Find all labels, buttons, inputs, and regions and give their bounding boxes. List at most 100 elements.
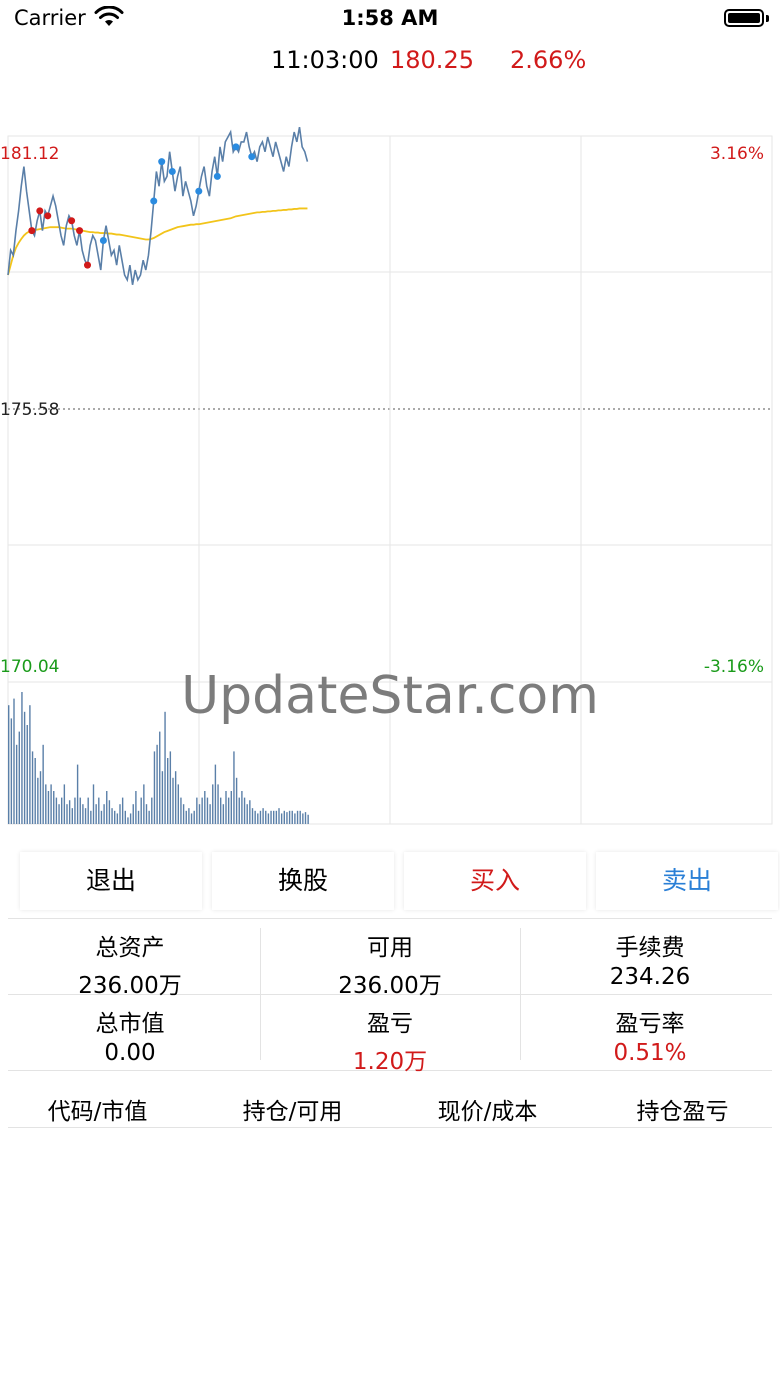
buy-marker: [36, 207, 44, 215]
volume-bar: [294, 813, 296, 824]
volume-bar: [132, 804, 134, 824]
fee-label: 手续费: [615, 935, 685, 961]
sell-marker: [150, 197, 158, 205]
axis-mid-price: 175.58: [0, 400, 60, 420]
fee-value: 234.26: [609, 964, 691, 990]
volume-bar: [106, 791, 108, 824]
volume-bar: [238, 797, 240, 824]
volume-bar: [45, 784, 47, 824]
buy-marker: [84, 261, 91, 269]
volume-bar: [254, 810, 256, 824]
volume-bar: [230, 791, 232, 824]
volume-bar: [227, 797, 230, 824]
volume-bar: [270, 810, 272, 824]
volume-bar: [34, 758, 36, 824]
volume-bar: [225, 791, 227, 824]
volume-bar: [55, 797, 58, 824]
volume-bar: [172, 777, 174, 824]
volume-bar: [135, 791, 137, 824]
volume-bar: [23, 711, 26, 824]
volume-bar: [100, 810, 103, 824]
volume-bar: [140, 797, 142, 824]
volume-bar: [275, 810, 278, 824]
volume-bar: [161, 771, 164, 824]
volume-bar: [246, 804, 248, 824]
available-value: 236.00万: [338, 973, 442, 999]
volume-bar: [302, 813, 304, 824]
volume-bar: [108, 800, 111, 824]
volume-bar: [222, 804, 225, 824]
volume-bar: [74, 797, 76, 824]
volume-bar: [182, 804, 185, 824]
volume-bar: [206, 797, 209, 824]
volume-bar: [119, 804, 121, 824]
volume-bar: [241, 791, 243, 824]
volume-bar: [267, 813, 270, 824]
volume-bar: [18, 731, 20, 824]
volume-bar: [299, 810, 301, 824]
volume-bar: [273, 810, 275, 824]
volume-bar: [283, 810, 285, 824]
volume-bar: [188, 808, 190, 824]
volume-bar: [84, 808, 87, 824]
total-assets-label: 总资产: [95, 935, 165, 961]
pnl-value: 1.20万: [352, 1049, 428, 1075]
volume-bar: [50, 784, 52, 824]
volume-bar: [262, 808, 264, 824]
volume-bar: [26, 725, 28, 824]
pnl-label: 盈亏: [367, 1011, 413, 1037]
volume-bar: [137, 810, 140, 824]
col-hold-pnl[interactable]: 持仓盈亏: [585, 1092, 780, 1126]
buy-marker: [44, 212, 52, 220]
volume-bar: [68, 800, 71, 824]
volume-bar: [15, 744, 18, 824]
volume-bar: [95, 804, 97, 824]
volume-bar: [66, 804, 68, 824]
volume-bar: [280, 813, 283, 824]
axis-high-price: 181.12: [0, 144, 60, 164]
volume-bar: [251, 808, 254, 824]
avg-price-line: [7, 207, 308, 276]
volume-bar: [53, 791, 55, 824]
volume-bar: [76, 764, 79, 824]
market-value-value: 0.00: [104, 1040, 156, 1066]
volume-bar: [39, 771, 42, 824]
action-bar: 退出 换股 买入 卖出: [0, 852, 780, 912]
volume-bar: [111, 808, 113, 824]
volume-bar: [87, 797, 89, 824]
sell-marker: [248, 153, 256, 161]
volume-bar: [307, 814, 309, 824]
col-price-cost[interactable]: 现价/成本: [390, 1092, 585, 1126]
sell-marker: [195, 187, 203, 195]
volume-bar: [286, 812, 288, 824]
exit-button[interactable]: 退出: [20, 852, 202, 910]
buy-button[interactable]: 买入: [404, 852, 586, 910]
buy-marker: [76, 227, 84, 235]
volume-bar: [129, 813, 132, 824]
volume-bar: [296, 810, 299, 824]
axis-high-pct: 3.16%: [709, 144, 764, 164]
col-hold-available[interactable]: 持仓/可用: [195, 1092, 390, 1126]
switch-stock-button[interactable]: 换股: [212, 852, 394, 910]
volume-bar: [220, 797, 222, 824]
volume-bar: [217, 784, 219, 824]
volume-bar: [265, 810, 267, 824]
volume-bar: [98, 797, 100, 824]
volume-bar: [233, 751, 235, 824]
volume-bar: [288, 810, 291, 824]
volume-bar: [116, 813, 119, 824]
volume-bar: [209, 804, 211, 824]
volume-bar: [177, 784, 179, 824]
volume-bar: [103, 804, 105, 824]
volume-bar: [257, 813, 259, 824]
volume-bar: [214, 764, 217, 824]
volume-bar: [124, 810, 126, 824]
volume-bar: [185, 810, 187, 824]
volume-bar: [90, 810, 92, 824]
sell-button[interactable]: 卖出: [596, 852, 778, 910]
volume-bar: [153, 751, 156, 824]
volume-bar: [159, 731, 161, 824]
col-code-value[interactable]: 代码/市值: [0, 1092, 195, 1126]
volume-bar: [304, 812, 307, 824]
volume-bar: [201, 797, 203, 824]
